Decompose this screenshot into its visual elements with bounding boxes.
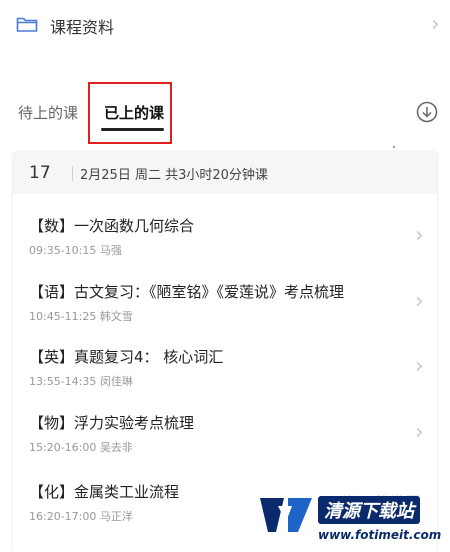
watermark-emblem-icon (260, 498, 312, 532)
course-materials-label: 课程资料 (50, 18, 115, 37)
lesson-item[interactable]: 【物】浮力实验考点梳理 15:20-16:00 吴去非 › (13, 412, 437, 474)
lesson-item[interactable]: 【英】真题复习4： 核心词汇 13:55-14:35 闵佳琳 › (13, 346, 437, 408)
download-circle-icon[interactable] (416, 101, 438, 123)
watermark-name: 清源下载站 (318, 496, 420, 524)
day-number: 17 (29, 163, 51, 183)
lesson-meta: 16:20-17:00 马正洋 (29, 510, 133, 523)
lesson-title: 【英】真题复习4： 核心词汇 (29, 348, 224, 366)
chevron-right-icon: › (415, 354, 424, 379)
lesson-meta: 15:20-16:00 吴去非 (29, 441, 133, 454)
lesson-meta: 13:55-14:35 闵佳琳 (29, 375, 133, 388)
day-header: 17 2月25日 周二 共3小时20分钟课 (13, 152, 437, 194)
lesson-meta: 09:35-10:15 马强 (29, 244, 122, 257)
stray-dot (393, 146, 395, 148)
divider (72, 166, 73, 181)
tab-upcoming[interactable]: 待上的课 (18, 102, 78, 123)
folder-icon (16, 17, 38, 32)
chevron-right-icon: › (431, 12, 440, 37)
lesson-title: 【语】古文复习：《陋室铭》《爱莲说》考点梳理 (29, 283, 345, 301)
lesson-item[interactable]: 【数】一次函数几何综合 09:35-10:15 马强 › (13, 215, 437, 277)
lesson-tabs: 待上的课 已上的课 (0, 92, 450, 136)
lesson-title: 【化】金属类工业流程 (29, 483, 180, 501)
highlight-box (88, 82, 172, 144)
lesson-item[interactable]: 【语】古文复习：《陋室铭》《爱莲说》考点梳理 10:45-11:25 韩文雪 › (13, 281, 437, 343)
course-materials-row[interactable]: 课程资料 › (0, 0, 450, 52)
watermark-url: www.fotimeit.com (318, 528, 442, 542)
chevron-right-icon: › (415, 289, 424, 314)
lesson-meta: 10:45-11:25 韩文雪 (29, 310, 133, 323)
chevron-right-icon: › (415, 223, 424, 248)
lesson-title: 【物】浮力实验考点梳理 (29, 414, 195, 432)
lesson-title: 【数】一次函数几何综合 (29, 217, 195, 235)
day-summary: 2月25日 周二 共3小时20分钟课 (80, 168, 268, 183)
watermark-logo: 当下载世园 清源下载站 www.fotimeit.com (258, 488, 450, 549)
chevron-right-icon: › (415, 420, 424, 445)
